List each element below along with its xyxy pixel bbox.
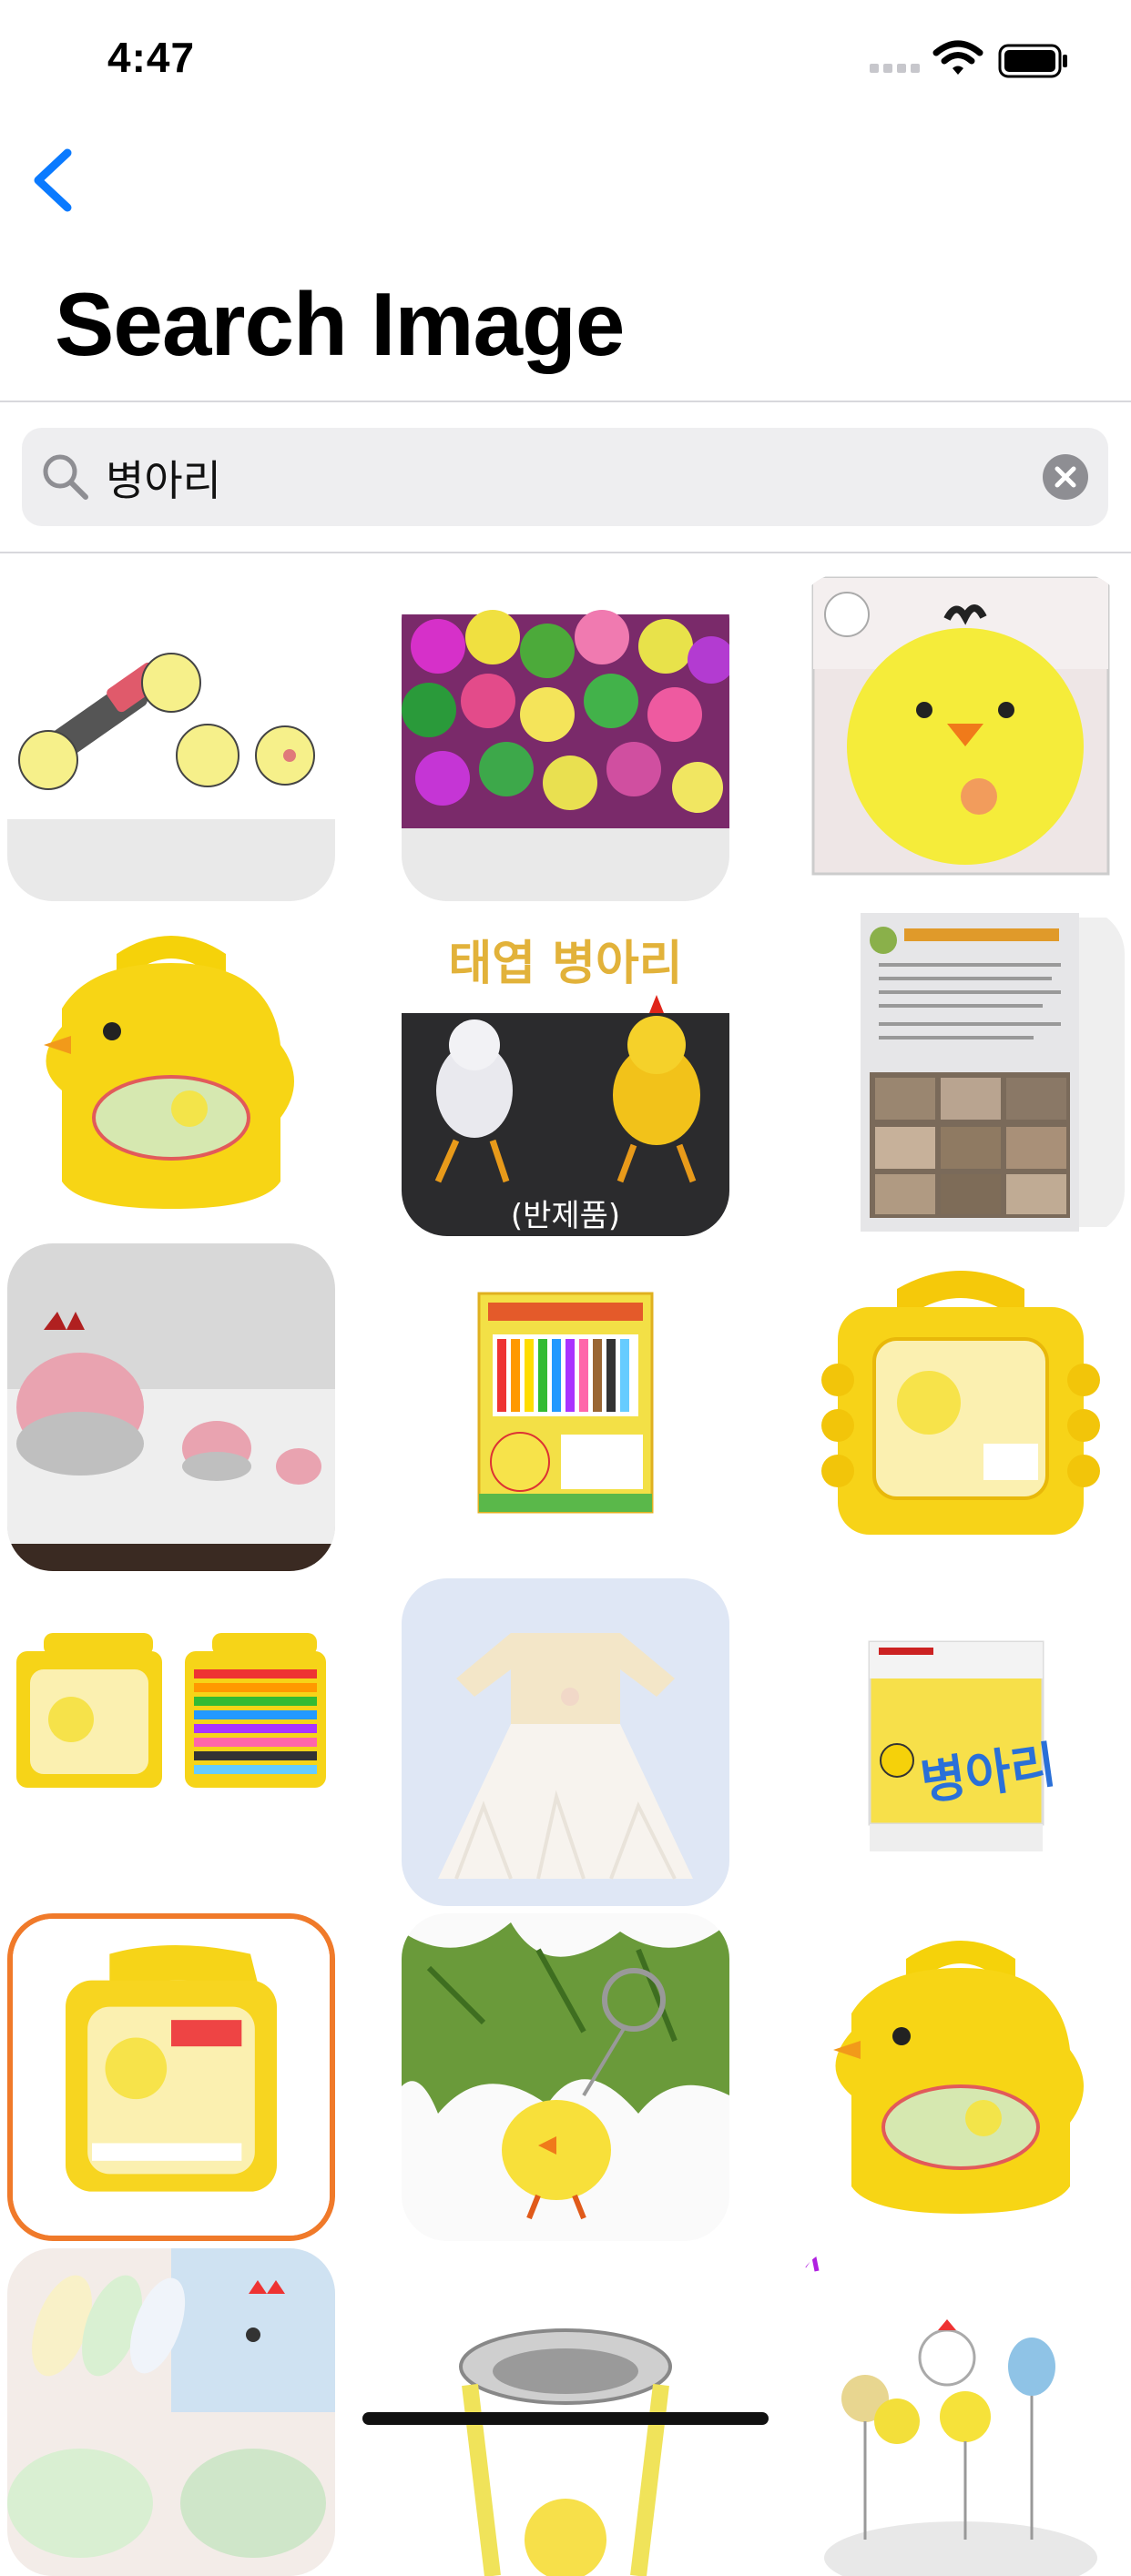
status-bar: 4:47 <box>0 0 1131 118</box>
image-chick-case <box>7 908 335 1236</box>
image-tile[interactable] <box>402 573 729 901</box>
home-indicator <box>362 2412 769 2425</box>
clear-search-button[interactable] <box>1042 453 1089 501</box>
image-hen-figurines <box>7 1243 335 1571</box>
image-chick-case-border <box>13 1919 330 2236</box>
image-tile[interactable] <box>797 908 1125 1236</box>
image-chicks-lipstick <box>7 573 335 901</box>
image-chick-crayon-cases <box>7 1578 335 1906</box>
image-chick-plush <box>797 573 1125 901</box>
status-time: 4:47 <box>107 34 196 81</box>
back-button[interactable] <box>27 146 82 218</box>
image-tile[interactable] <box>7 573 335 901</box>
image-tile[interactable] <box>402 1578 729 1906</box>
image-chick-keychain <box>402 1913 729 2241</box>
image-chick-cake-toppers <box>797 2248 1125 2576</box>
image-chick-shaped-case <box>797 1913 1125 2241</box>
wifi-icon <box>932 40 983 75</box>
search-bar <box>22 428 1108 526</box>
image-tile[interactable] <box>7 1578 335 1906</box>
search-divider <box>0 552 1131 553</box>
battery-icon <box>998 44 1067 78</box>
image-chick-flyer <box>797 908 1125 1236</box>
image-tile[interactable] <box>7 1913 335 2241</box>
image-tile[interactable]: 태엽 병아리 (반제품) <box>402 908 729 1236</box>
image-subcaption: (반제품) <box>510 1198 621 1234</box>
image-tile[interactable] <box>402 1913 729 2241</box>
image-tile[interactable] <box>402 1243 729 1571</box>
image-chick-lunch-case <box>797 1243 1125 1571</box>
image-tile[interactable] <box>7 1243 335 1571</box>
search-input[interactable] <box>104 442 1018 513</box>
image-tile[interactable] <box>7 2248 335 2576</box>
image-tile[interactable] <box>797 573 1125 901</box>
clear-icon <box>1043 454 1088 500</box>
cellular-signal-icon <box>870 64 920 73</box>
image-tile[interactable] <box>797 1913 1125 2241</box>
image-colorful-chicks <box>402 573 729 901</box>
header-divider <box>0 401 1131 402</box>
image-tile[interactable] <box>797 1243 1125 1571</box>
image-chick-crayon-box <box>402 1243 729 1571</box>
page-title: Search Image <box>55 274 625 374</box>
image-tile[interactable]: 병아리 <box>797 1578 1125 1906</box>
chevron-left-icon <box>34 148 72 212</box>
image-tile[interactable] <box>797 2248 1125 2576</box>
image-tile[interactable] <box>7 908 335 1236</box>
image-caption: 태엽 병아리 <box>448 937 683 991</box>
image-baby-dress <box>402 1578 729 1906</box>
search-icon <box>43 454 88 500</box>
image-chick-socks <box>7 2248 335 2576</box>
